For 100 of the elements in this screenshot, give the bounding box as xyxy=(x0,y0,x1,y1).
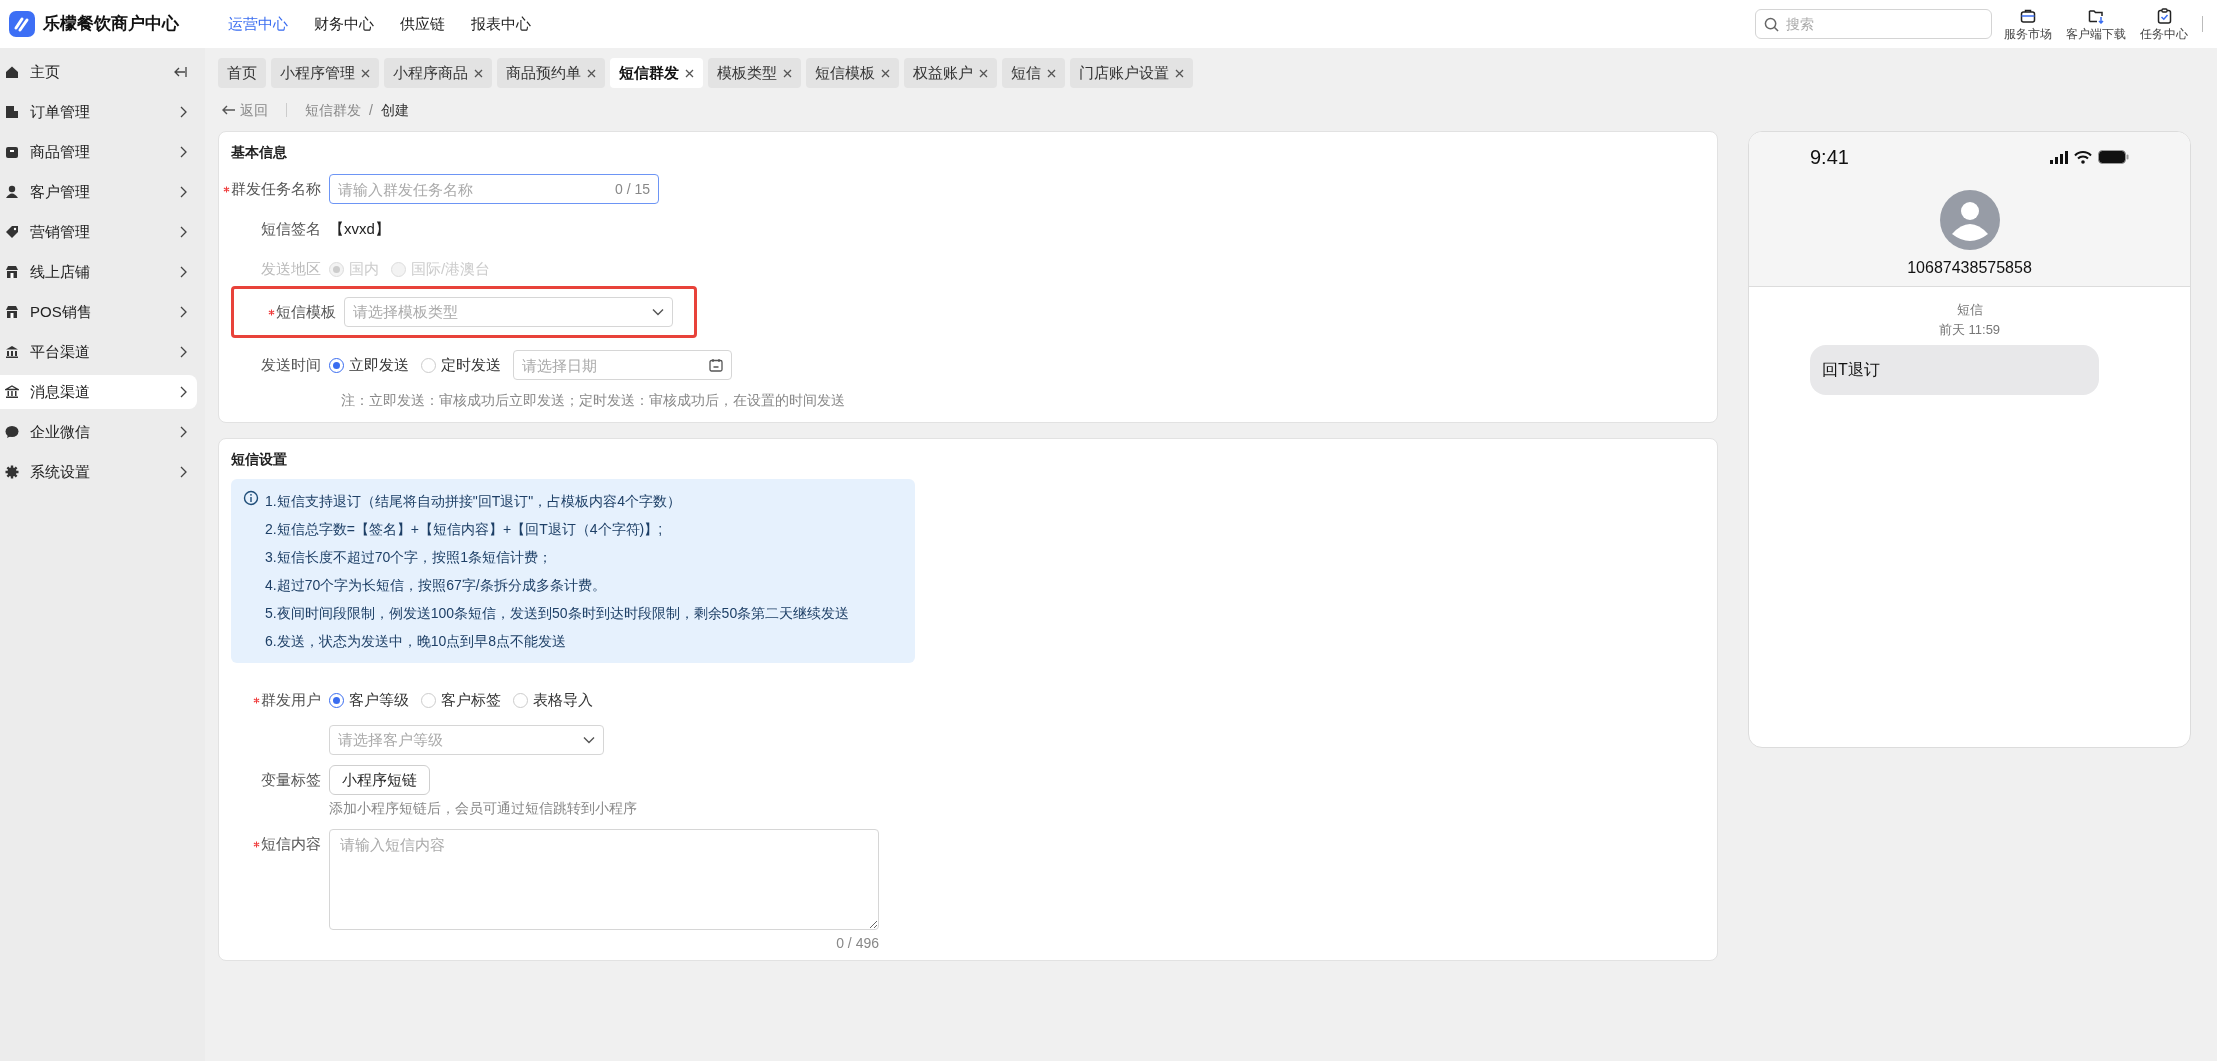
home-icon xyxy=(5,65,19,79)
info-icon xyxy=(243,490,259,506)
nav-tab[interactable]: 运营中心 xyxy=(228,12,288,36)
search-field[interactable]: 搜索 xyxy=(1755,9,1992,39)
sidebar-item[interactable]: 企业微信 xyxy=(0,415,197,449)
gear-icon xyxy=(5,465,19,479)
info-line: 4.超过70个字为长短信，按照67字/条拆分成多条计费。 xyxy=(265,576,607,595)
wifi-icon xyxy=(2074,150,2092,164)
toolbar-button[interactable]: 任务中心 xyxy=(2140,5,2188,43)
page-tab[interactable]: 小程序商品 xyxy=(384,58,492,88)
close-icon[interactable] xyxy=(1047,68,1056,78)
close-icon[interactable] xyxy=(1175,68,1184,78)
info-line: 5.夜间时间段限制，例发送100条短信，发送到50条时到达时段限制，剩余50条第二天继续发送 xyxy=(265,604,850,623)
bank-icon xyxy=(5,385,19,399)
message-text: 回T退订 xyxy=(1822,360,1880,380)
store-icon xyxy=(5,305,19,319)
radio-label: 客户等级 xyxy=(349,689,409,710)
mini-program-link-button[interactable]: 小程序短链 xyxy=(329,765,430,795)
card-title: 短信设置 xyxy=(230,450,288,469)
signal-icon xyxy=(2050,150,2068,164)
logo-icon xyxy=(9,11,35,37)
close-icon[interactable] xyxy=(474,68,483,78)
radio-label: 立即发送 xyxy=(349,354,409,375)
app-name: 乐檬餐饮商户中心 xyxy=(43,13,179,36)
arrow-left-icon xyxy=(222,105,236,115)
toolbar-button[interactable]: 服务市场 xyxy=(2004,5,2052,43)
close-icon[interactable] xyxy=(979,68,988,78)
sidebar-item[interactable]: 线上店铺 xyxy=(0,255,197,289)
field-label: 发送地区 xyxy=(261,258,321,279)
chevron-right-icon xyxy=(180,426,187,438)
sidebar-item[interactable]: 主页 xyxy=(0,55,197,89)
calendar-icon xyxy=(709,358,723,372)
breadcrumb-separator: / xyxy=(369,100,373,120)
chevron-right-icon xyxy=(180,306,187,318)
page-tab[interactable]: 模板类型 xyxy=(708,58,801,88)
status-time: 9:41 xyxy=(1810,145,1849,170)
chevron-right-icon xyxy=(180,346,187,358)
field-label: 群发用户 xyxy=(261,689,321,710)
note-text: 注：立即发送：审核成功后立即发送；定时发送：审核成功后，在设置的时间发送 xyxy=(341,392,845,408)
page-tab[interactable]: 短信群发 xyxy=(610,58,703,88)
page-tab[interactable]: 小程序管理 xyxy=(271,58,379,88)
bank-icon xyxy=(5,345,19,359)
radio-label: 客户标签 xyxy=(441,689,501,710)
sidebar-item[interactable]: 客户管理 xyxy=(0,175,197,209)
page-tab[interactable]: 首页 xyxy=(218,58,266,88)
sidebar-item[interactable]: 订单管理 xyxy=(0,95,197,129)
nav-tab[interactable]: 财务中心 xyxy=(314,12,374,36)
sidebar-item[interactable]: 消息渠道 xyxy=(0,375,197,409)
info-line: 2.短信总字数=【签名】+【短信内容】+【回T退订（4个字符)】; xyxy=(265,520,664,539)
collapse-icon[interactable] xyxy=(173,66,187,78)
sidebar-item[interactable]: 系统设置 xyxy=(0,455,197,489)
chevron-right-icon xyxy=(180,106,187,118)
nav-tab[interactable]: 供应链 xyxy=(400,12,445,36)
date-field[interactable]: 请选择日期 xyxy=(513,350,732,380)
sidebar-item[interactable]: 平台渠道 xyxy=(0,335,197,369)
close-icon[interactable] xyxy=(587,68,596,78)
close-icon[interactable] xyxy=(361,68,370,78)
textarea-field[interactable]: 请输入短信内容 xyxy=(329,829,879,930)
info-line: 6.发送，状态为发送中，晚10点到早8点不能发送 xyxy=(265,632,568,651)
avatar-icon xyxy=(1939,190,2000,250)
sender-number: 10687438575858 xyxy=(1907,258,2032,278)
info-line: 1.短信支持退订（结尾将自动拼接"回T退订"，占模板内容4个字数） xyxy=(265,492,682,511)
chat-bubble-icon xyxy=(5,425,19,439)
page-tab[interactable]: 权益账户 xyxy=(904,58,997,88)
chevron-right-icon xyxy=(180,266,187,278)
page-tab[interactable]: 短信 xyxy=(1002,58,1065,88)
sidebar-item[interactable]: 营销管理 xyxy=(0,215,197,249)
radio-label: 表格导入 xyxy=(533,689,593,710)
chevron-right-icon xyxy=(180,386,187,398)
close-icon[interactable] xyxy=(783,68,792,78)
chevron-right-icon xyxy=(180,466,187,478)
field-value: 【xvxd】 xyxy=(329,218,390,239)
tag-icon xyxy=(5,225,19,239)
info-line: 3.短信长度不超过70个字，按照1条短信计费； xyxy=(265,548,554,567)
user-icon xyxy=(5,185,19,199)
field-label: 群发任务名称 xyxy=(231,178,321,199)
box-icon xyxy=(5,145,19,159)
message-time: 前天 11:59 xyxy=(1938,320,2001,339)
field-label: 短信内容 xyxy=(261,833,321,854)
breadcrumb-item: 创建 xyxy=(380,100,409,120)
field-label: 发送时间 xyxy=(261,354,321,375)
field-label: 变量标签 xyxy=(261,769,321,790)
radio-label: 定时发送 xyxy=(441,354,501,375)
field-label: 短信模板 xyxy=(276,301,336,322)
nav-tab[interactable]: 报表中心 xyxy=(471,12,531,36)
chevron-right-icon xyxy=(180,146,187,158)
close-icon[interactable] xyxy=(685,68,694,78)
chevron-right-icon xyxy=(180,226,187,238)
store-icon xyxy=(5,265,19,279)
message-channel: 短信 xyxy=(1956,301,1983,319)
sidebar-item[interactable]: 商品管理 xyxy=(0,135,197,169)
page-tab[interactable]: 商品预约单 xyxy=(497,58,605,88)
toolbar-button[interactable]: 客户端下载 xyxy=(2066,5,2126,43)
folder-download-icon xyxy=(2087,7,2105,24)
close-icon[interactable] xyxy=(881,68,890,78)
sidebar-item[interactable]: POS销售 xyxy=(0,295,197,329)
page-tab[interactable]: 短信模板 xyxy=(806,58,899,88)
page-tab[interactable]: 门店账户设置 xyxy=(1070,58,1193,88)
char-counter: 0 / 496 xyxy=(836,934,879,953)
search-icon xyxy=(1764,17,1779,32)
